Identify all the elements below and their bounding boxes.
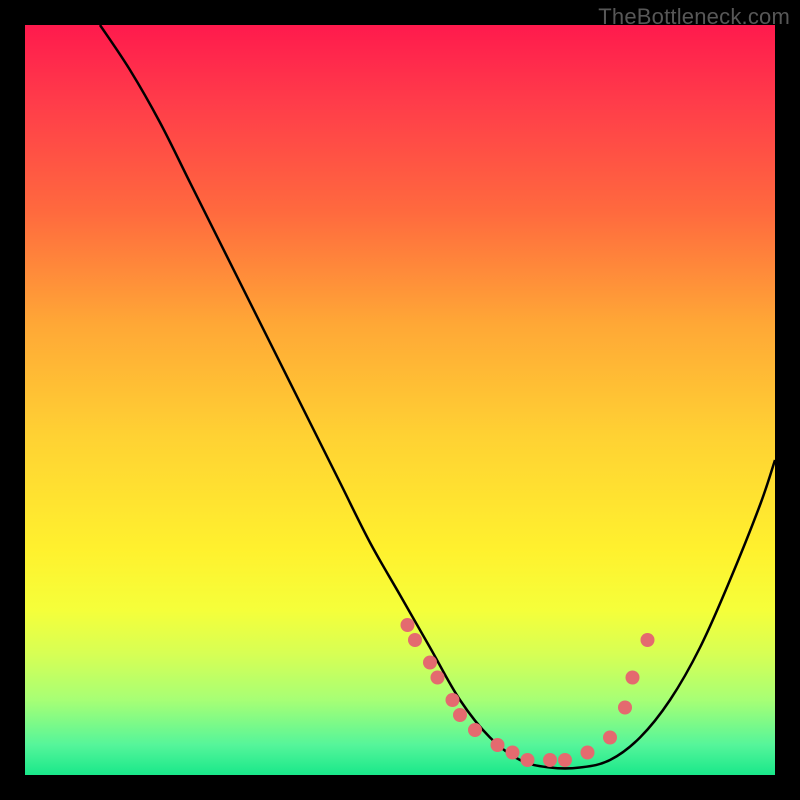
data-point — [543, 753, 557, 767]
highlighted-points — [401, 618, 655, 767]
data-point — [506, 746, 520, 760]
data-point — [423, 656, 437, 670]
chart-svg — [25, 25, 775, 775]
data-point — [521, 753, 535, 767]
data-point — [603, 731, 617, 745]
data-point — [468, 723, 482, 737]
data-point — [453, 708, 467, 722]
data-point — [491, 738, 505, 752]
data-point — [408, 633, 422, 647]
data-point — [558, 753, 572, 767]
data-point — [431, 671, 445, 685]
data-point — [626, 671, 640, 685]
chart-frame — [25, 25, 775, 775]
data-point — [618, 701, 632, 715]
bottleneck-curve — [100, 25, 775, 769]
data-point — [446, 693, 460, 707]
data-point — [641, 633, 655, 647]
data-point — [401, 618, 415, 632]
data-point — [581, 746, 595, 760]
watermark-text: TheBottleneck.com — [598, 4, 790, 30]
